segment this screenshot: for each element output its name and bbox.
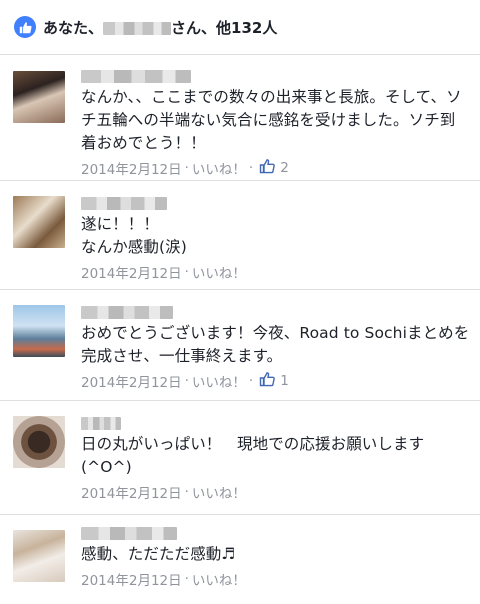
comment-meta: 2014年2月12日 · いいね！ · 2	[81, 158, 289, 178]
comment-item: 遂に！！！ なんか感動(涙) 2014年2月12日 · いいね！	[0, 181, 480, 289]
avatar[interactable]	[13, 305, 65, 357]
comment-item: なんか、、ここまでの数々の出来事と長旅。そして、ソチ五輪への半端ない気合に感銘を…	[0, 54, 480, 180]
redacted-name	[103, 21, 172, 35]
comment-text: 日の丸がいっぱい！ 現地での応援お願いします(^O^)	[81, 435, 425, 476]
comment-date[interactable]: 2014年2月12日	[81, 371, 182, 391]
like-link[interactable]: いいね！	[192, 482, 246, 502]
comment-date[interactable]: 2014年2月12日	[81, 569, 182, 589]
like-badge-icon	[14, 16, 36, 38]
commenter-name[interactable]	[81, 306, 173, 319]
comment-date[interactable]: 2014年2月12日	[81, 158, 182, 178]
comment-item: 感動、ただただ感動♬ 2014年2月12日 · いいね！	[0, 515, 480, 604]
like-link[interactable]: いいね！	[192, 371, 246, 391]
thumbs-up-outline-icon[interactable]	[259, 158, 276, 178]
comment-date[interactable]: 2014年2月12日	[81, 482, 182, 502]
comment-text: なんか、、ここまでの数々の出来事と長旅。そして、ソチ五輪への半端ない気合に感銘を…	[81, 88, 462, 152]
comment-meta: 2014年2月12日 · いいね！	[81, 262, 246, 282]
comment-item: おめでとうございます！今夜、Road to Sochiまとめを完成させ、一仕事終…	[0, 290, 480, 400]
likes-summary-bar[interactable]: あなた、 さん、他132人	[0, 0, 480, 55]
avatar[interactable]	[13, 530, 65, 582]
commenter-name[interactable]	[81, 527, 177, 540]
likes-suffix: さん、他132人	[171, 18, 278, 37]
comment-date[interactable]: 2014年2月12日	[81, 262, 182, 282]
like-link[interactable]: いいね！	[192, 569, 246, 589]
like-count[interactable]: 1	[280, 373, 289, 389]
comment-meta: 2014年2月12日 · いいね！	[81, 482, 246, 502]
avatar[interactable]	[13, 196, 65, 248]
comment-meta: 2014年2月12日 · いいね！ · 1	[81, 371, 289, 391]
avatar[interactable]	[13, 71, 65, 123]
comment-text: 感動、ただただ感動♬	[81, 545, 236, 563]
likes-summary-text: あなた、 さん、他132人	[43, 17, 277, 38]
like-count[interactable]: 2	[280, 160, 289, 176]
thumbs-up-outline-icon[interactable]	[259, 371, 276, 391]
commenter-name[interactable]	[81, 417, 121, 430]
comment-item: 日の丸がいっぱい！ 現地での応援お願いします(^O^) 2014年2月12日 ·…	[0, 401, 480, 514]
avatar[interactable]	[13, 416, 65, 468]
like-link[interactable]: いいね！	[192, 262, 246, 282]
commenter-name[interactable]	[81, 70, 191, 83]
like-link[interactable]: いいね！	[192, 158, 246, 178]
comment-meta: 2014年2月12日 · いいね！	[81, 569, 246, 589]
comment-text: 遂に！！！ なんか感動(涙)	[81, 215, 187, 256]
likes-prefix: あなた、	[43, 18, 104, 37]
commenter-name[interactable]	[81, 197, 167, 210]
comment-text: おめでとうございます！今夜、Road to Sochiまとめを完成させ、一仕事終…	[81, 324, 470, 365]
